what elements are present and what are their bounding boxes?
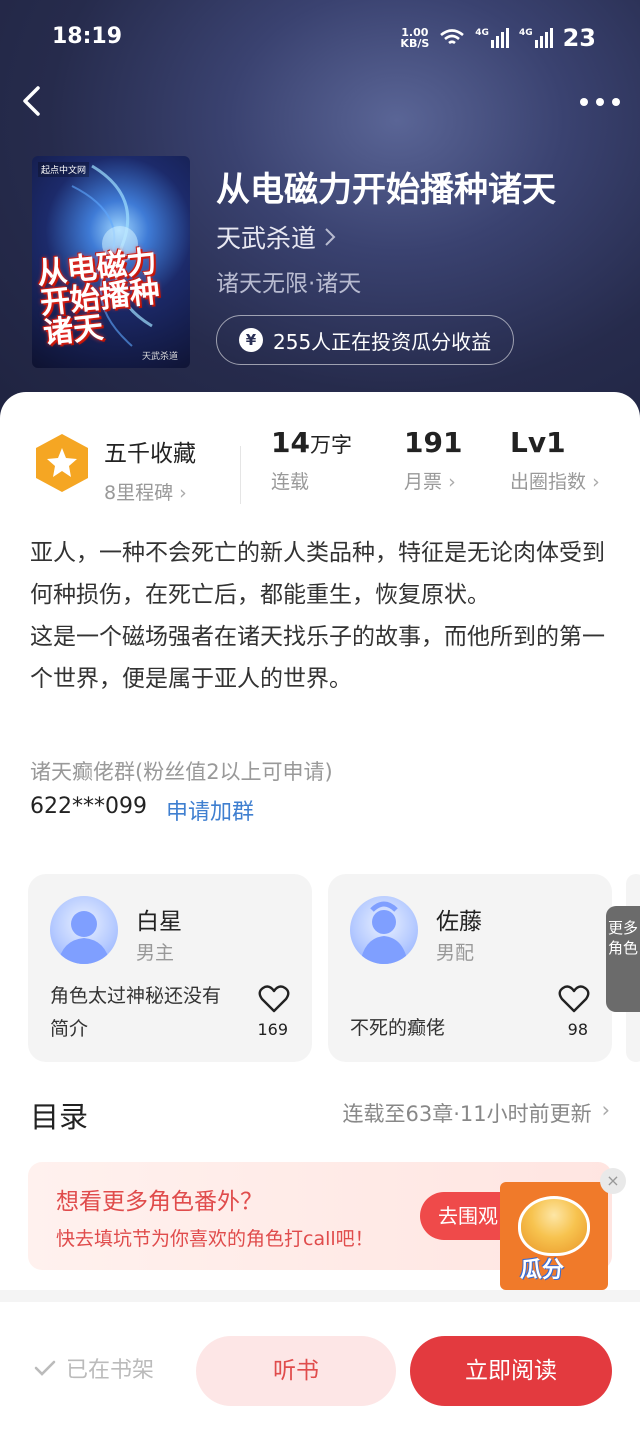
cover-author: 天武杀道	[141, 352, 178, 362]
guafen-badge[interactable]: 瓜分	[500, 1182, 608, 1290]
yen-icon: ¥	[239, 328, 263, 352]
monthly-ticket-stat[interactable]: 191 月票 ›	[404, 426, 462, 494]
bottom-action-bar: 已在书架 听书 立即阅读	[0, 1314, 640, 1429]
character-silhouette-icon	[58, 911, 110, 964]
word-count-number: 14	[271, 426, 310, 459]
heart-icon[interactable]	[558, 984, 590, 1014]
role-description: 角色太过神秘还没有简介	[50, 985, 222, 1040]
status-icons: 1.00 KB/S 4G 4G 23	[400, 24, 596, 52]
like-count: 98	[567, 1020, 588, 1039]
signal-icon-2: 4G	[519, 28, 553, 48]
role-description: 不死的癫佬	[350, 1017, 446, 1039]
popularity-label: 出圈指数	[510, 471, 587, 493]
role-card[interactable]: 佐藤 男配 不死的癫佬 98	[328, 874, 612, 1062]
chevron-right-icon	[325, 228, 336, 246]
fan-group-number: 622***099	[30, 794, 147, 819]
chevron-right-icon: ›	[179, 482, 187, 504]
toc-link[interactable]: 连载至63章·11小时前更新 ›	[342, 1098, 610, 1128]
heart-icon[interactable]	[258, 984, 290, 1014]
chevron-left-icon	[23, 86, 40, 116]
character-silhouette-icon	[360, 901, 408, 964]
listen-button[interactable]: 听书	[196, 1336, 396, 1406]
chevron-right-icon: ›	[448, 471, 456, 493]
back-button[interactable]	[16, 84, 50, 118]
description-para-1: 亚人，一种不会死亡的新人类品种，特征是无论肉体受到何种损伤，在死亡后，都能重生，…	[30, 540, 605, 608]
avatar	[50, 896, 118, 964]
monthly-ticket-label: 月票	[404, 471, 443, 493]
toc-update-info: 连载至63章·11小时前更新	[342, 1102, 592, 1126]
author-name: 天武杀道	[216, 224, 317, 253]
collect-stat[interactable]: 五千收藏 8里程碑 ›	[104, 434, 196, 505]
bowl-icon	[518, 1196, 590, 1256]
dot-icon	[596, 98, 604, 106]
promo-subtitle: 快去填坑节为你喜欢的角色打call吧！	[56, 1228, 374, 1250]
dot-icon	[612, 98, 620, 106]
book-header: 18:19 1.00 KB/S 4G 4G 23 起点中文网 从电磁力开始播种诸…	[0, 0, 640, 430]
status-bar: 18:19 1.00 KB/S 4G 4G 23	[0, 0, 640, 76]
role-name: 佐藤	[436, 909, 482, 935]
battery-level: 23	[562, 24, 596, 52]
word-count-unit: 万字	[309, 433, 352, 457]
signal-label-2: 4G	[518, 28, 533, 38]
invest-button[interactable]: ¥ 255人正在投资瓜分收益	[216, 315, 515, 365]
guafen-label: 瓜分	[520, 1258, 565, 1283]
book-description[interactable]: 亚人，一种不会死亡的新人类品种，特征是无论肉体受到何种损伤，在死亡后，都能重生，…	[30, 532, 610, 700]
divider	[240, 446, 241, 504]
role-card[interactable]: 白星 男主 角色太过神秘还没有简介 169	[28, 874, 312, 1062]
word-count-stat: 14万字 连载	[271, 426, 352, 494]
dot-icon	[580, 98, 588, 106]
net-speed-unit: KB/S	[400, 37, 430, 50]
more-options-button[interactable]	[580, 88, 620, 116]
author-link[interactable]: 天武杀道	[216, 219, 336, 255]
star-badge-icon	[36, 434, 88, 492]
check-icon	[34, 1360, 56, 1376]
role-type: 男主	[136, 942, 175, 964]
collect-label: 8里程碑 ›	[104, 482, 187, 504]
net-speed: 1.00 KB/S	[400, 27, 429, 49]
book-cover[interactable]: 起点中文网 从电磁力开始播种诸天 天武杀道	[32, 156, 190, 368]
serial-status: 连载	[271, 471, 310, 493]
join-group-link[interactable]: 申请加群	[166, 794, 254, 826]
chevron-right-icon: ›	[592, 471, 600, 493]
fan-group-name: 诸天癫佬群(粉丝值2以上可申请)	[30, 760, 333, 784]
like-count: 169	[257, 1020, 288, 1039]
avatar	[350, 896, 418, 964]
role-name: 白星	[136, 909, 182, 935]
signal-icon-1: 4G	[475, 28, 509, 48]
invest-text: 255人正在投资瓜分收益	[273, 329, 492, 354]
promo-title: 想看更多角色番外？	[56, 1189, 263, 1215]
close-icon[interactable]: ×	[600, 1168, 626, 1194]
collect-value: 五千收藏	[104, 441, 196, 467]
section-divider	[0, 1290, 640, 1302]
wifi-icon	[440, 29, 465, 45]
monthly-ticket-value: 191	[404, 426, 463, 459]
stats-row: 五千收藏 8里程碑 › 14万字 连载 191 月票 › Lv1 出圈指数 ›	[0, 414, 640, 504]
status-time: 18:19	[52, 24, 123, 49]
popularity-level: Lv1	[510, 426, 566, 459]
popularity-stat[interactable]: Lv1 出圈指数 ›	[510, 426, 600, 494]
cover-title: 从电磁力开始播种诸天	[35, 244, 162, 352]
book-genre: 诸天无限·诸天	[216, 271, 362, 297]
book-title: 从电磁力开始播种诸天	[216, 170, 556, 210]
role-type: 男配	[436, 942, 475, 964]
chevron-right-icon: ›	[601, 1098, 610, 1122]
read-now-button[interactable]: 立即阅读	[410, 1336, 612, 1406]
more-roles-button[interactable]: 更多角色	[606, 906, 640, 1012]
description-para-2: 这是一个磁场强者在诸天找乐子的故事，而他所到的第一个世界，便是属于亚人的世界。	[30, 624, 605, 692]
in-shelf-label: 已在书架	[66, 1358, 155, 1383]
signal-label-1: 4G	[475, 28, 489, 38]
toc-title: 目录	[30, 1100, 89, 1134]
in-shelf-button[interactable]: 已在书架	[34, 1352, 154, 1384]
